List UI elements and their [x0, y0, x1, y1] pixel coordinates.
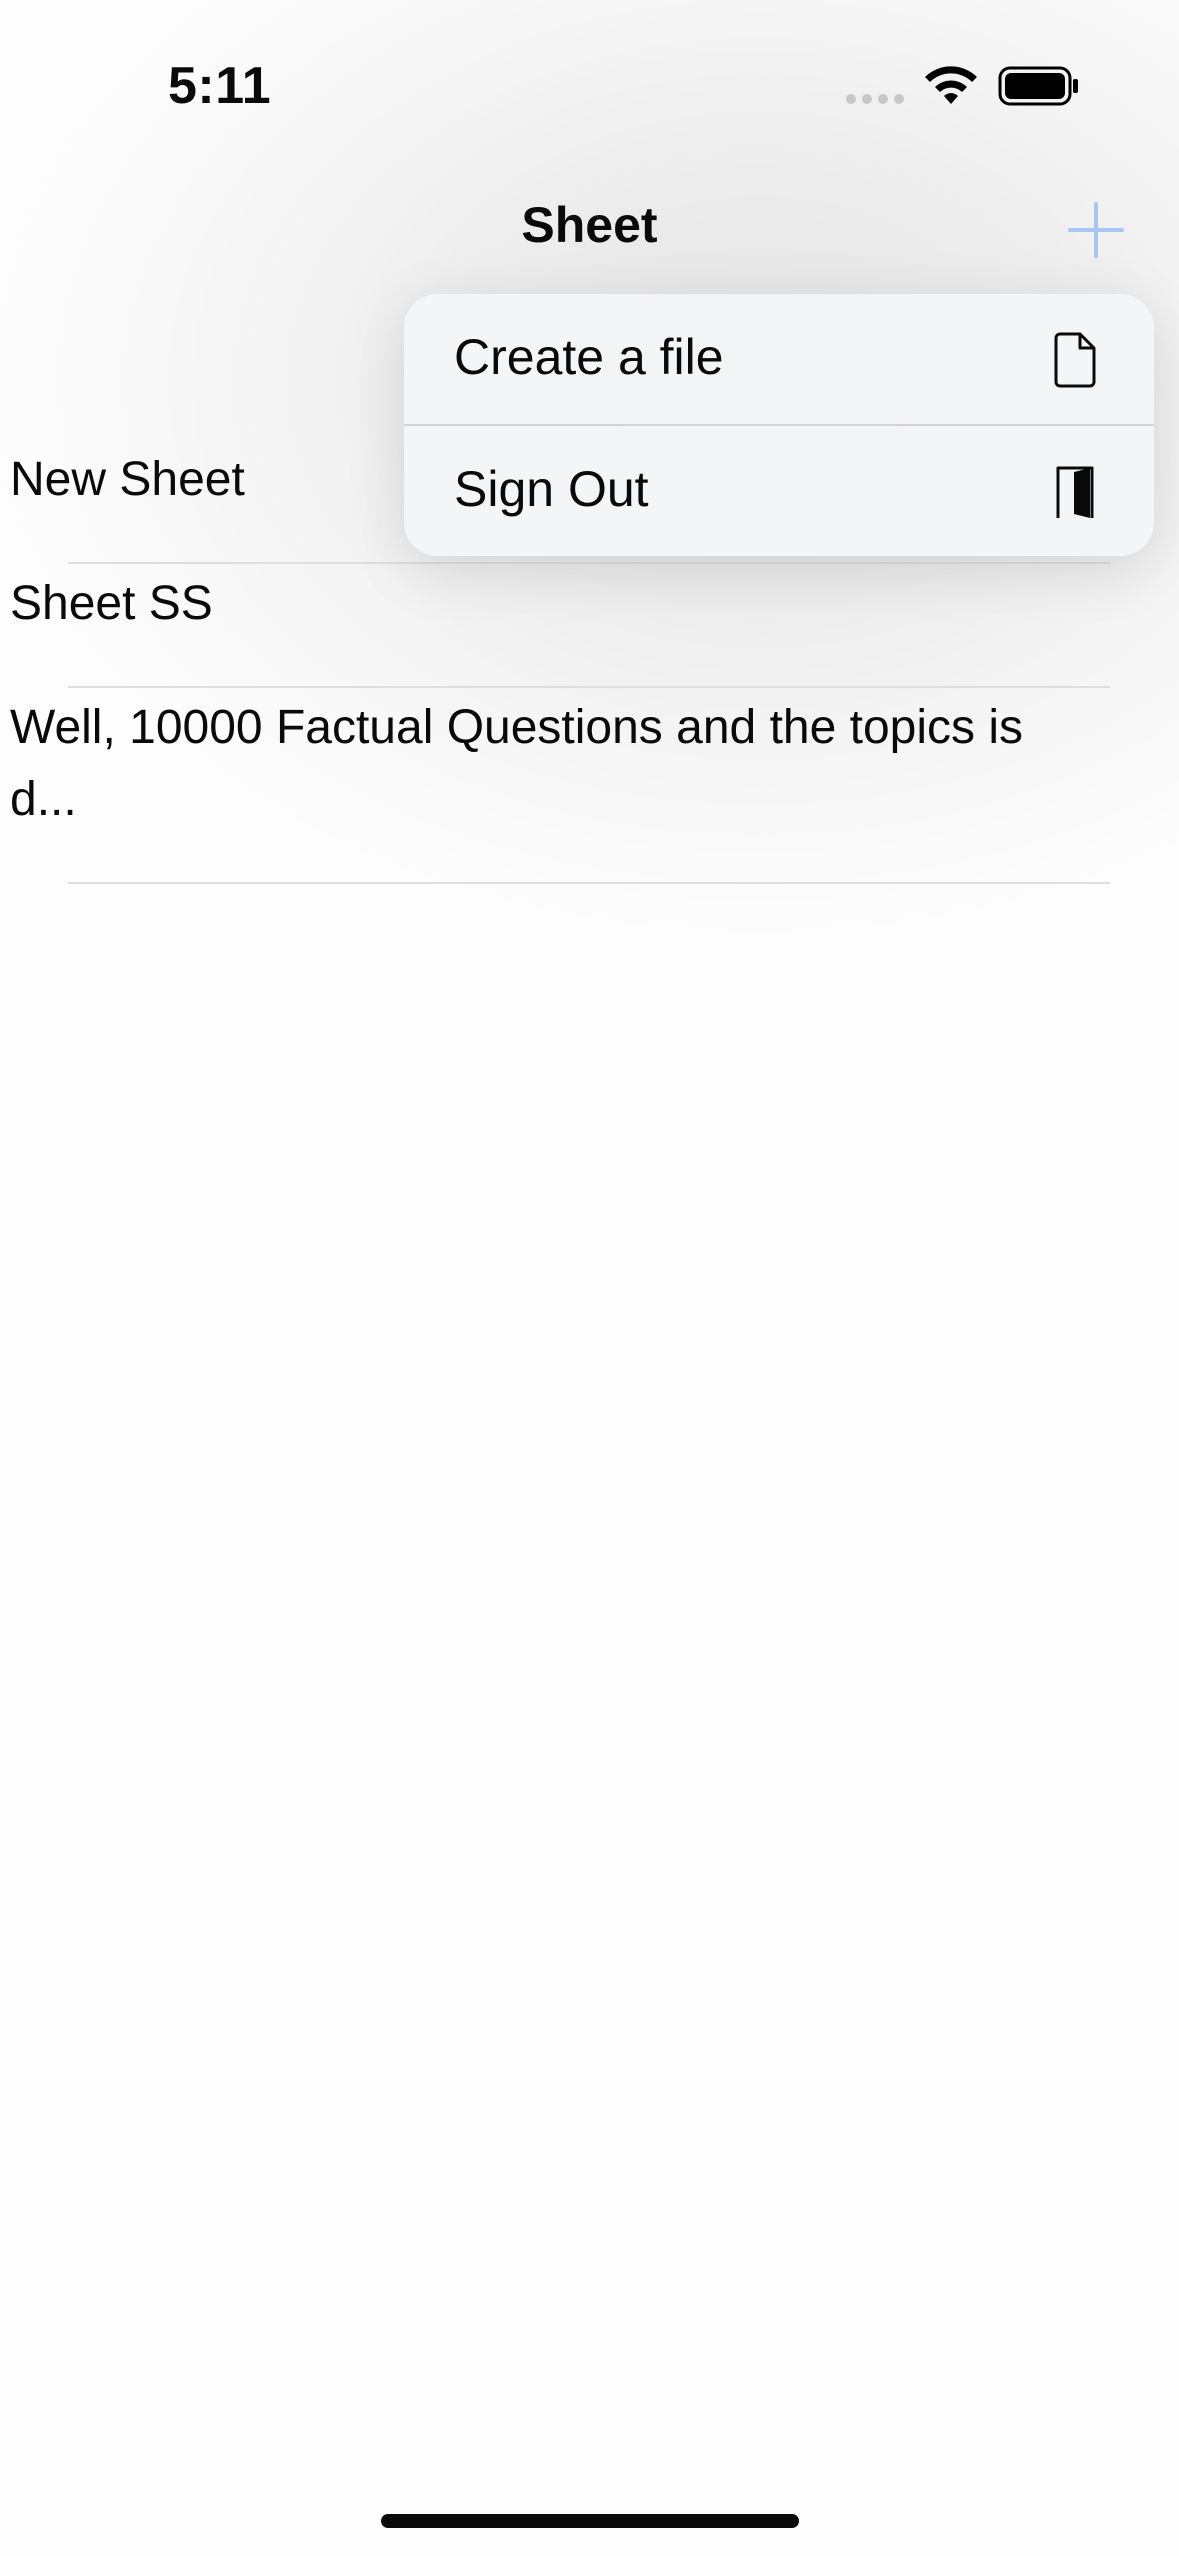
menu-item-label: Sign Out: [454, 461, 649, 517]
home-indicator[interactable]: [381, 2514, 799, 2528]
list-item-title: Well, 10000 Factual Questions and the to…: [10, 701, 1024, 826]
divider: [68, 882, 1110, 884]
divider: [68, 562, 1110, 564]
menu-item-label: Create a file: [454, 329, 724, 385]
page-title: Sheet: [521, 197, 658, 253]
context-menu: Create a file Sign Out: [404, 294, 1154, 556]
cellular-signal-icon: [846, 94, 906, 106]
status-bar: 5:11: [0, 0, 1179, 150]
status-time: 5:11: [168, 57, 272, 115]
list-item-title: Sheet SS: [10, 577, 213, 630]
door-icon: [1056, 466, 1094, 518]
divider: [68, 686, 1110, 688]
document-icon: [1054, 332, 1096, 388]
menu-item-create-file[interactable]: Create a file: [404, 294, 1154, 424]
menu-item-sign-out[interactable]: Sign Out: [404, 426, 1154, 556]
wifi-icon: [925, 66, 977, 104]
plus-icon[interactable]: [1066, 200, 1126, 260]
battery-icon: [998, 66, 1078, 106]
